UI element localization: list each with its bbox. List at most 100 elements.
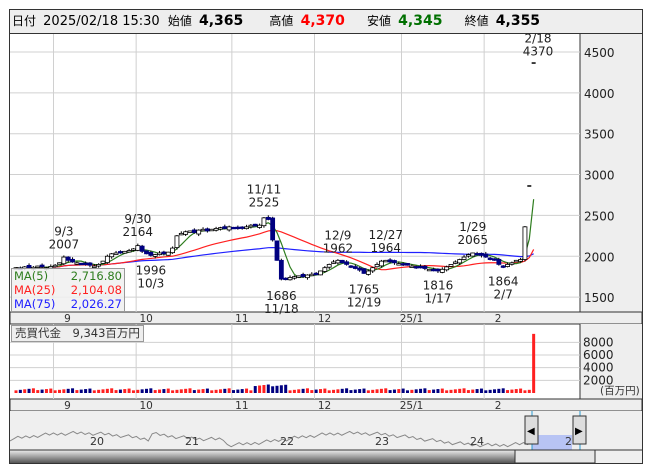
candle-body [52, 264, 58, 268]
candle-body [144, 250, 149, 255]
annotation-label: 11/18 [264, 302, 299, 316]
annotation-label: 1996 [136, 264, 167, 278]
annotation-label: 2525 [249, 195, 280, 209]
volume-bar [475, 389, 479, 393]
candle-body [300, 273, 306, 278]
volume-bar [40, 389, 44, 393]
annotation-label: 1816 [423, 278, 454, 292]
annotation-label: 1864 [488, 274, 519, 288]
candle-body [248, 224, 254, 228]
candle-body [265, 216, 271, 220]
volume-bar [484, 390, 488, 393]
volume-bar [514, 389, 518, 393]
candle-body [378, 260, 384, 267]
annotation-label: 4370 [523, 45, 554, 59]
volume-month-label: 9 [64, 400, 71, 412]
volume-bar [453, 389, 457, 393]
volume-tick-label: 4000 [583, 361, 614, 375]
volume-bar [179, 389, 183, 393]
candle-body [196, 229, 202, 235]
annotation-label: 10/3 [137, 277, 164, 291]
candle-body [161, 251, 167, 255]
volume-bar [436, 389, 440, 393]
volume-month-label: 25/1 [400, 400, 424, 412]
volume-bar [84, 389, 88, 393]
volume-bar [175, 389, 179, 393]
volume-bar [158, 389, 162, 393]
volume-bar [345, 388, 349, 393]
candle-body [435, 268, 441, 272]
annotation-label: 1765 [349, 282, 380, 296]
volume-bar [349, 390, 353, 393]
candle-body [74, 262, 80, 265]
candle-body [213, 228, 219, 231]
candle-body [291, 276, 297, 279]
volume-bar [432, 389, 436, 393]
volume-bar [266, 384, 270, 393]
annotation-label: 1964 [370, 241, 401, 255]
volume-bar [71, 388, 75, 393]
candle-body [218, 227, 223, 230]
volume-bar [92, 390, 96, 393]
legend-ma5-value: 2,716.80 [70, 269, 122, 283]
volume-bar [114, 390, 118, 393]
candle-body [126, 250, 132, 253]
volume-bar [340, 388, 344, 393]
candle-body [409, 265, 415, 268]
candle-body [165, 251, 171, 256]
scrollbar-thumb[interactable] [514, 449, 596, 463]
volume-month-label: 10 [139, 400, 152, 412]
volume-bar [501, 388, 505, 393]
chart-canvas[interactable]: 9/32007 9/302164 199610/3 11/112525 168611/1… [10, 10, 642, 463]
candle-body [135, 245, 141, 251]
volume-bar [66, 388, 70, 393]
legend-ma75-label: MA(75) [14, 297, 56, 311]
annotation-label: 1962 [323, 241, 354, 255]
candle-body [361, 268, 367, 274]
candle-body [70, 258, 75, 263]
volume-bar [414, 389, 418, 393]
candle-body [374, 264, 380, 268]
volume-bar [506, 390, 510, 393]
volume-bar [123, 389, 127, 393]
candle-body [413, 266, 419, 269]
month-label: 25/1 [400, 313, 424, 325]
candle-body [239, 226, 245, 229]
annotation-label: 9/30 [124, 212, 151, 226]
volume-month-label: 12 [318, 400, 331, 412]
candle-body [39, 264, 45, 268]
candle-body [479, 252, 484, 256]
candle-body [204, 228, 210, 232]
volume-bar [75, 390, 79, 393]
candle-body [470, 252, 476, 257]
candle-body [100, 260, 106, 264]
volume-bar [249, 390, 253, 393]
volume-bar [245, 388, 249, 393]
candle-body [209, 228, 215, 232]
candle-body [496, 258, 502, 265]
candle-body [309, 273, 315, 277]
candle-body [500, 265, 506, 268]
candle-body [426, 268, 432, 272]
volume-bar [510, 389, 514, 393]
candle-body [65, 256, 71, 261]
volume-bar [240, 389, 244, 393]
candle-body [96, 264, 102, 267]
volume-bar [97, 389, 101, 393]
candle-body [465, 254, 471, 257]
candle-body [191, 229, 197, 233]
volume-bar [145, 388, 148, 393]
volume-bar [258, 385, 262, 393]
candle-body [200, 228, 206, 232]
candle-body [331, 261, 336, 264]
candle-body [78, 262, 84, 266]
volume-bar [458, 388, 462, 393]
volume-bar [375, 389, 379, 393]
candle-body [131, 248, 136, 251]
volume-bar [171, 390, 175, 393]
annotation-label: 2/18 [525, 32, 552, 46]
candle-body [326, 264, 332, 268]
volume-bar [127, 388, 131, 393]
volume-month-label: 2 [495, 400, 502, 412]
candle-body [183, 231, 189, 235]
